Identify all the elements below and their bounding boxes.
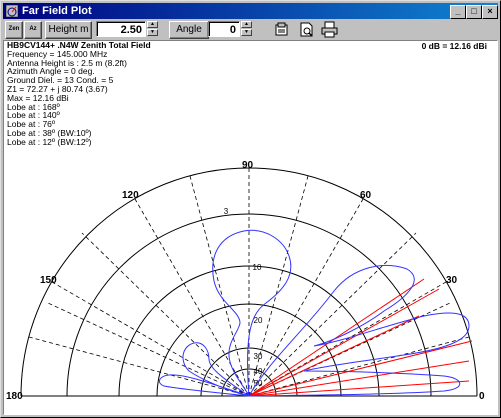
angle-label: 180 <box>6 391 23 402</box>
ring-label: 40 <box>254 367 263 376</box>
app-icon <box>5 4 19 18</box>
maximize-button[interactable]: □ <box>466 5 482 19</box>
title-bar[interactable]: Far Field Plot _ □ × <box>3 3 498 19</box>
ring-label: 3 <box>224 207 229 216</box>
angle-label: 0 <box>479 391 485 402</box>
ring-label: 20 <box>254 316 263 325</box>
height-field[interactable]: 2.50 <box>96 21 146 37</box>
angle-label: 60 <box>360 190 372 201</box>
up-arrow-icon[interactable]: ▲ <box>241 21 252 28</box>
angle-spinner[interactable]: ▲ ▼ <box>241 21 252 37</box>
lobe-lines <box>248 278 473 397</box>
down-arrow-icon[interactable]: ▼ <box>241 29 252 36</box>
down-arrow-icon[interactable]: ▼ <box>147 29 158 36</box>
up-arrow-icon[interactable]: ▲ <box>147 21 158 28</box>
angle-label: 150 <box>40 275 57 286</box>
radial-gridlines <box>28 168 470 397</box>
plot-area: HB9CV144+ .N4W Zenith Total Field Freque… <box>3 40 498 415</box>
toolbar: Zen Az Height m 2.50 ▲ ▼ Angle 0 ▲ ▼ <box>3 20 498 40</box>
angle-label: 120 <box>122 190 139 201</box>
height-button[interactable]: Height m <box>45 21 92 39</box>
close-button[interactable]: × <box>482 5 498 19</box>
height-spinner[interactable]: ▲ ▼ <box>147 21 158 37</box>
far-field-window: Far Field Plot _ □ × Zen Az Height m 2.5… <box>0 0 501 418</box>
angle-field[interactable]: 0 <box>208 21 240 37</box>
zenith-button[interactable]: Zen <box>5 21 23 39</box>
properties-icon[interactable] <box>273 21 290 38</box>
minimize-button[interactable]: _ <box>450 5 466 19</box>
ring-label: 30 <box>254 352 263 361</box>
angle-labels: 0 30 60 90 120 150 180 <box>6 160 485 402</box>
angle-label: 30 <box>446 275 458 286</box>
window-title: Far Field Plot <box>22 5 92 17</box>
angle-button[interactable]: Angle <box>169 21 209 39</box>
ring-label: 10 <box>253 263 262 272</box>
printer-icon[interactable] <box>321 21 338 38</box>
azimuth-button[interactable]: Az <box>24 21 42 39</box>
angle-label: 90 <box>242 160 254 171</box>
polar-plot: 0 30 60 90 120 150 180 3 10 20 30 40 50 <box>6 160 485 402</box>
print-preview-icon[interactable] <box>298 21 315 38</box>
